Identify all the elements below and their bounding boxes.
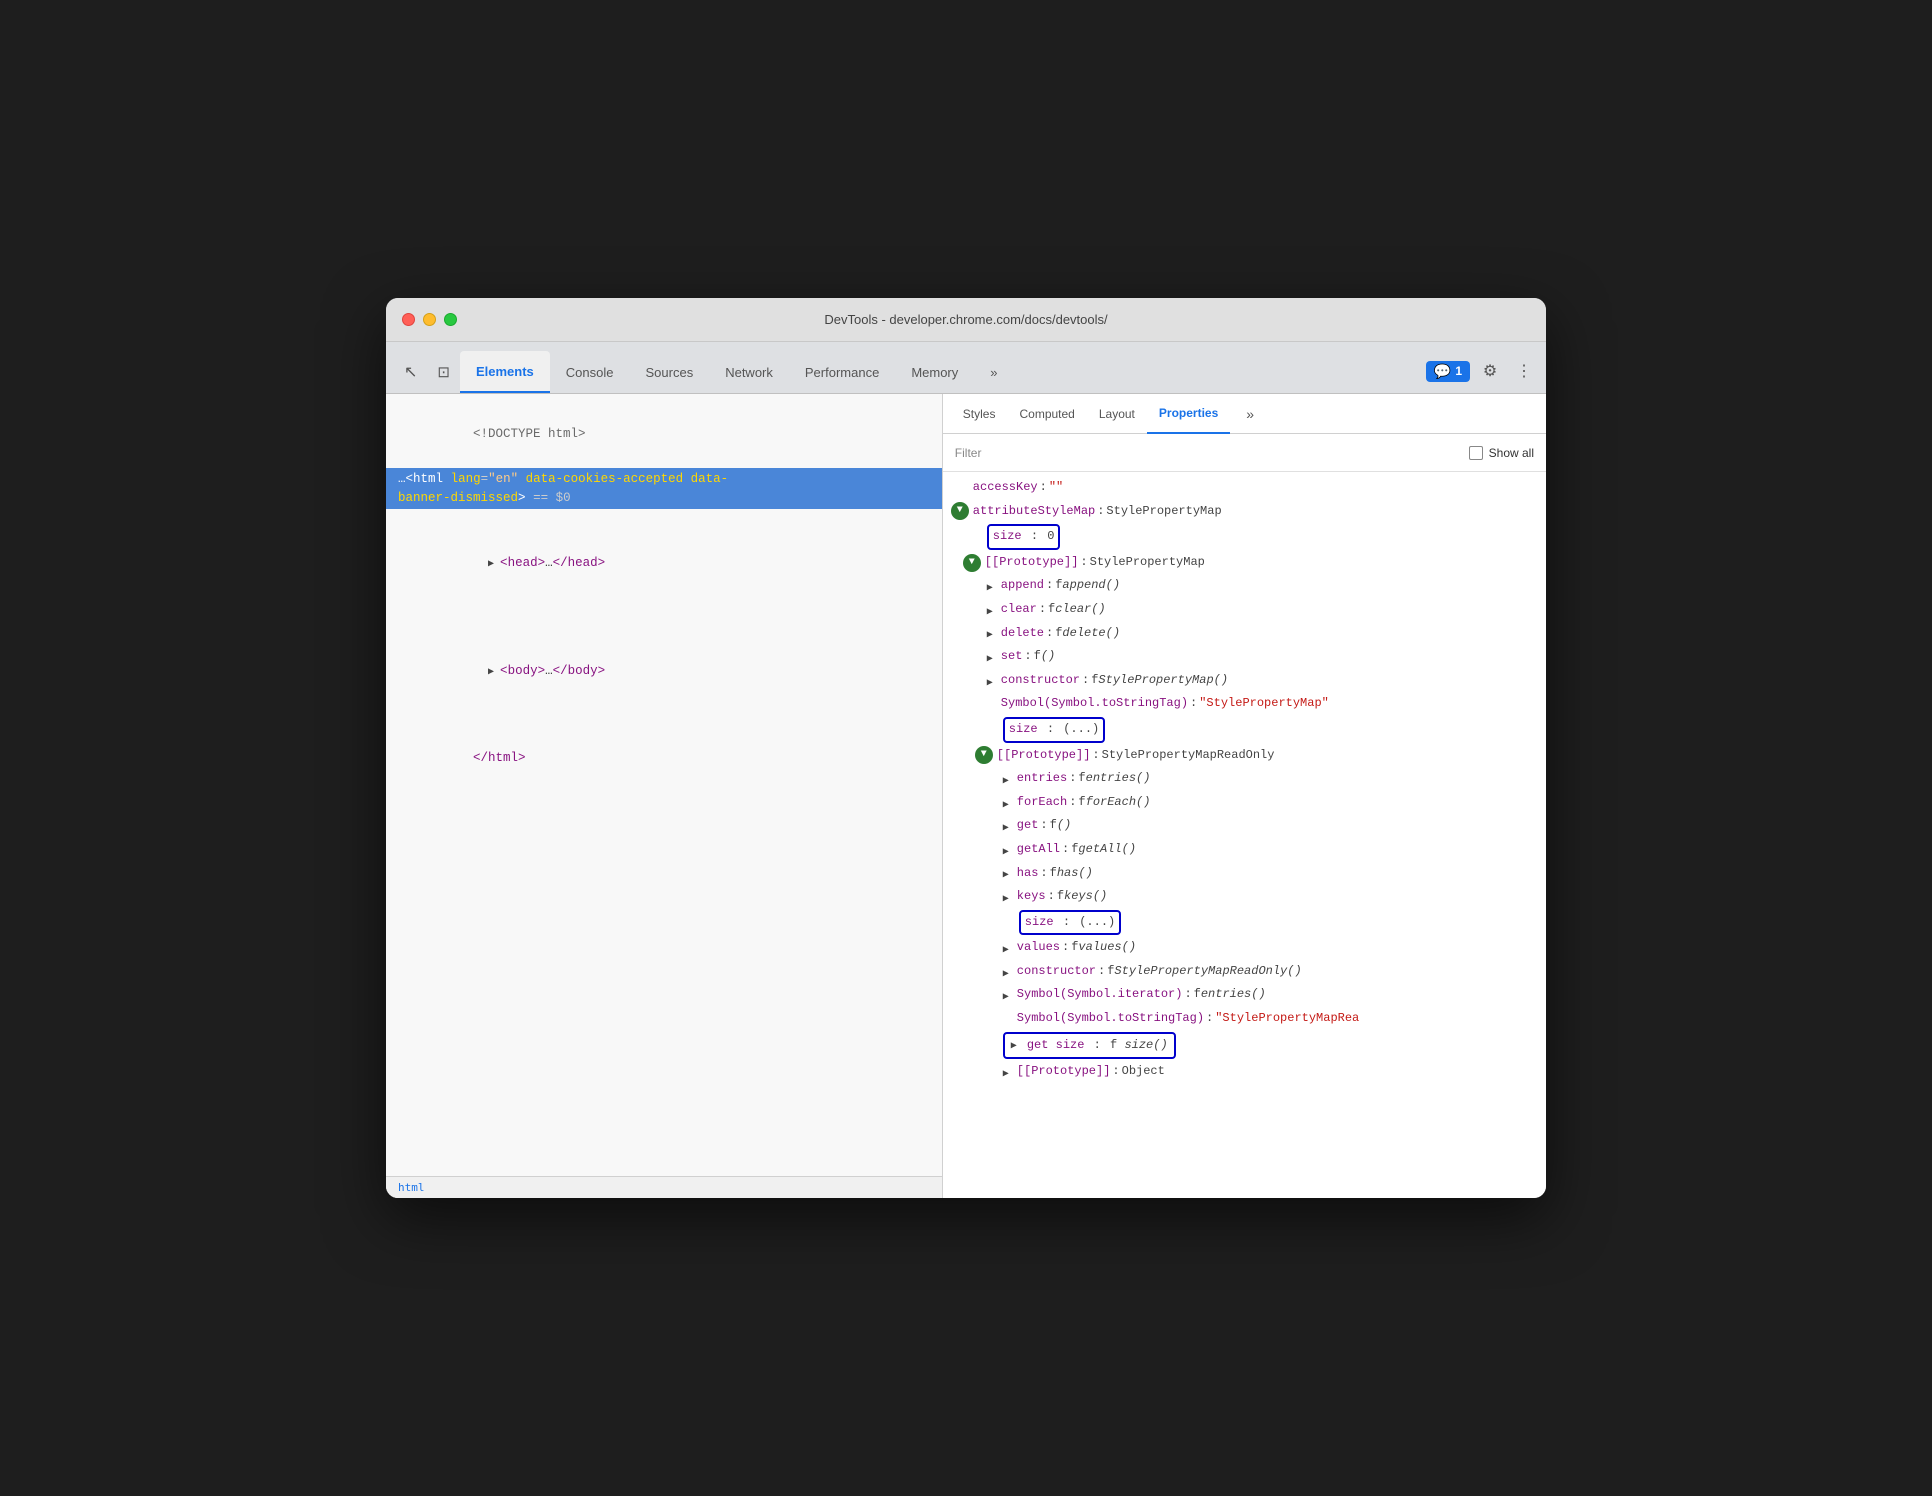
tree-head[interactable]: ▶ <head>…</head>: [386, 509, 942, 617]
sub-tab-more-label: »: [1246, 406, 1254, 422]
show-all-label: Show all: [1489, 446, 1534, 460]
expand-circle-icon[interactable]: ▼: [951, 502, 969, 520]
tab-console-label: Console: [566, 365, 614, 380]
sub-tab-layout-label: Layout: [1099, 407, 1135, 421]
tab-memory-label: Memory: [911, 365, 958, 380]
prop-has[interactable]: ▶ has : f has(): [943, 862, 1546, 886]
prop-symbol-tostringtag[interactable]: Symbol(Symbol.toStringTag) : "StylePrope…: [943, 692, 1546, 716]
show-all-container: Show all: [1469, 446, 1534, 460]
expand-circle-icon-3[interactable]: ▼: [975, 746, 993, 764]
filter-label: Filter: [955, 446, 1469, 460]
prop-size-dotdotdot[interactable]: size : (...): [943, 716, 1546, 744]
prop-entries[interactable]: ▶ entries : f entries(): [943, 767, 1546, 791]
prop-size-dotdotdot-2[interactable]: size : (...): [943, 909, 1546, 937]
tab-performance[interactable]: Performance: [789, 351, 895, 393]
prop-symbol-iterator[interactable]: ▶ Symbol(Symbol.iterator) : f entries(): [943, 983, 1546, 1007]
prop-values[interactable]: ▶ values : f values(): [943, 936, 1546, 960]
tree-html-close[interactable]: </html>: [386, 726, 942, 792]
sub-tab-styles[interactable]: Styles: [951, 394, 1008, 434]
settings-icon: ⚙: [1483, 361, 1497, 381]
prop-append[interactable]: ▶ append : f append(): [943, 574, 1546, 598]
close-button[interactable]: [402, 313, 415, 326]
prop-constructor2[interactable]: ▶ constructor : f StylePropertyMapReadOn…: [943, 960, 1546, 984]
tab-mobiletoggle[interactable]: ⊡: [427, 351, 460, 393]
prop-set[interactable]: ▶ set : f (): [943, 645, 1546, 669]
prop-get[interactable]: ▶ get : f (): [943, 814, 1546, 838]
size-0-box: size : 0: [987, 524, 1061, 550]
tab-console[interactable]: Console: [550, 351, 630, 393]
tab-actions: 💬 1 ⚙ ⋮: [1426, 357, 1538, 393]
prop-keys[interactable]: ▶ keys : f keys(): [943, 885, 1546, 909]
expand-circle-icon-2[interactable]: ▼: [963, 554, 981, 572]
sub-tab-properties[interactable]: Properties: [1147, 394, 1230, 434]
prop-attributeStyleMap[interactable]: ▼ attributeStyleMap : StylePropertyMap: [943, 500, 1546, 524]
devtools-window: DevTools - developer.chrome.com/docs/dev…: [386, 298, 1546, 1198]
show-all-checkbox[interactable]: [1469, 446, 1483, 460]
traffic-lights: [402, 313, 457, 326]
size-dotdotdot-2-box: size : (...): [1019, 910, 1121, 936]
prop-delete[interactable]: ▶ delete : f delete(): [943, 622, 1546, 646]
size-dotdotdot-box: size : (...): [1003, 717, 1105, 743]
sub-tab-layout[interactable]: Layout: [1087, 394, 1147, 434]
get-size-box: ▶ get size : f size(): [1003, 1032, 1176, 1060]
doctype-text: <!DOCTYPE html>: [473, 427, 586, 441]
sub-tab-computed[interactable]: Computed: [1007, 394, 1086, 434]
titlebar: DevTools - developer.chrome.com/docs/dev…: [386, 298, 1546, 342]
tab-elements-label: Elements: [476, 364, 534, 379]
notification-badge[interactable]: 💬 1: [1426, 361, 1470, 382]
elements-panel: <!DOCTYPE html> …<html lang="en" data-co…: [386, 394, 943, 1198]
prop-getAll[interactable]: ▶ getAll : f getAll(): [943, 838, 1546, 862]
tab-network-label: Network: [725, 365, 773, 380]
prop-prototype-object[interactable]: ▶ [[Prototype]] : Object: [943, 1060, 1546, 1084]
sub-tab-computed-label: Computed: [1019, 407, 1074, 421]
tab-performance-label: Performance: [805, 365, 879, 380]
prop-constructor[interactable]: ▶ constructor : f StylePropertyMap(): [943, 669, 1546, 693]
prop-symbol-tostringtag2[interactable]: Symbol(Symbol.toStringTag) : "StylePrope…: [943, 1007, 1546, 1031]
elements-tree[interactable]: <!DOCTYPE html> …<html lang="en" data-co…: [386, 394, 942, 1176]
minimize-button[interactable]: [423, 313, 436, 326]
sub-tabbar: Styles Computed Layout Properties »: [943, 394, 1546, 434]
prop-prototype-spmro[interactable]: ▼ [[Prototype]] : StylePropertyMapReadOn…: [943, 744, 1546, 768]
sub-tab-more[interactable]: »: [1234, 394, 1266, 434]
main-tabbar: ↖ ⊡ Elements Console Sources Network Per…: [386, 342, 1546, 394]
notification-count: 1: [1455, 364, 1462, 378]
sub-tab-styles-label: Styles: [963, 407, 996, 421]
tab-sources[interactable]: Sources: [630, 351, 710, 393]
prop-accessKey[interactable]: accessKey : "": [943, 476, 1546, 500]
prop-get-size[interactable]: ▶ get size : f size(): [943, 1031, 1546, 1061]
properties-panel: Styles Computed Layout Properties » Filt…: [943, 394, 1546, 1198]
maximize-button[interactable]: [444, 313, 457, 326]
tab-memory[interactable]: Memory: [895, 351, 974, 393]
properties-content[interactable]: accessKey : "" ▼ attributeStyleMap : Sty…: [943, 472, 1546, 1198]
main-content: <!DOCTYPE html> …<html lang="en" data-co…: [386, 394, 1546, 1198]
tab-sources-label: Sources: [646, 365, 694, 380]
settings-button[interactable]: ⚙: [1476, 357, 1504, 385]
window-title: DevTools - developer.chrome.com/docs/dev…: [824, 312, 1107, 327]
more-options-button[interactable]: ⋮: [1510, 357, 1538, 385]
prop-forEach[interactable]: ▶ forEach : f forEach(): [943, 791, 1546, 815]
tree-doctype[interactable]: <!DOCTYPE html>: [386, 402, 942, 468]
tree-body[interactable]: ▶ <body>…</body>: [386, 618, 942, 726]
prop-prototype-spm[interactable]: ▼ [[Prototype]] : StylePropertyMap: [943, 551, 1546, 575]
tab-more-main-label: »: [990, 365, 997, 380]
tab-network[interactable]: Network: [709, 351, 789, 393]
tree-html-open[interactable]: …<html lang="en" data-cookies-accepted d…: [386, 468, 942, 510]
status-path: html: [398, 1181, 425, 1194]
prop-clear[interactable]: ▶ clear : f clear(): [943, 598, 1546, 622]
more-options-icon: ⋮: [1516, 361, 1532, 381]
tab-more-main[interactable]: »: [974, 351, 1013, 393]
tab-elements[interactable]: Elements: [460, 351, 550, 393]
tab-pointer[interactable]: ↖: [394, 351, 427, 393]
status-bar: html: [386, 1176, 942, 1198]
filter-bar: Filter Show all: [943, 434, 1546, 472]
sub-tab-properties-label: Properties: [1159, 406, 1218, 420]
prop-size-0[interactable]: size : 0: [943, 523, 1546, 551]
